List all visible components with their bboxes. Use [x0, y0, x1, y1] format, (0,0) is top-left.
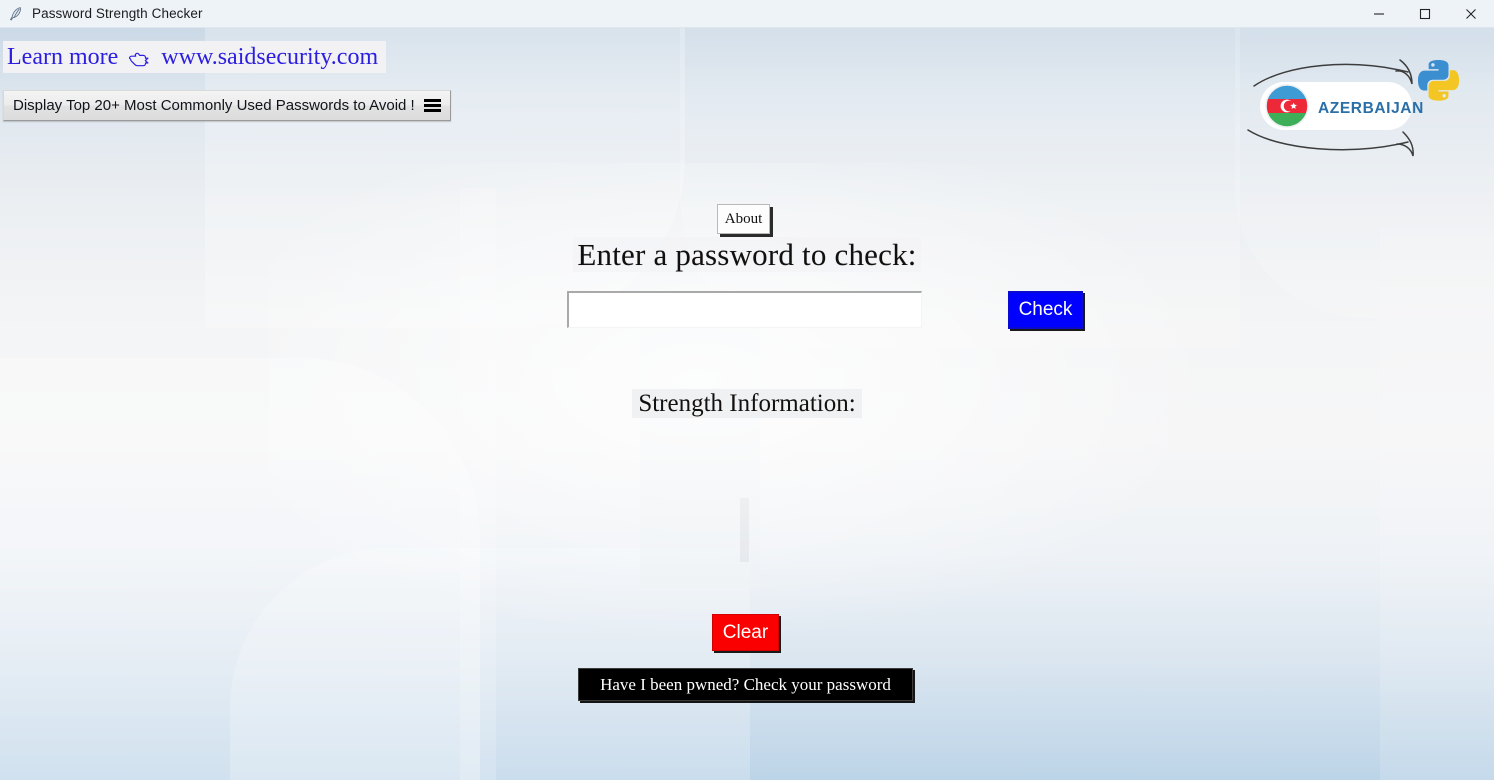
strength-information-text: Strength Information:: [632, 389, 862, 418]
learn-more-label: Learn more: [7, 44, 119, 70]
password-input[interactable]: [567, 291, 922, 328]
bg-shape: [205, 28, 685, 328]
python-logo-icon: [1418, 60, 1460, 101]
minimize-button[interactable]: [1356, 0, 1402, 28]
branding-graphic: AZERBAIJAN: [1247, 59, 1460, 157]
strength-information-output: [400, 432, 1094, 592]
azerbaijan-badge: AZERBAIJAN: [1260, 82, 1424, 130]
close-button[interactable]: [1448, 0, 1494, 28]
country-label: AZERBAIJAN: [1318, 100, 1424, 117]
maximize-button[interactable]: [1402, 0, 1448, 28]
page-title: Enter a password to check:: [0, 237, 1494, 273]
learn-more-link[interactable]: Learn more www.saidsecurity.com: [3, 41, 387, 73]
app-window: Password Strength Checker Learn more www…: [0, 0, 1494, 780]
maximize-icon: [1419, 8, 1431, 19]
close-icon: [1466, 8, 1476, 19]
prompt-text: Enter a password to check:: [573, 237, 921, 272]
have-i-been-pwned-button[interactable]: Have I been pwned? Check your password: [578, 668, 913, 701]
window-titlebar: Password Strength Checker: [0, 0, 1494, 28]
about-button[interactable]: About: [717, 204, 770, 234]
bg-shape: [1380, 228, 1494, 780]
feather-icon: [10, 6, 21, 20]
hamburger-menu-icon: [423, 99, 441, 112]
strength-information-label: Strength Information:: [0, 389, 1494, 418]
branding-group: AZERBAIJAN: [1240, 38, 1480, 170]
clear-button[interactable]: Clear: [712, 614, 779, 651]
window-title: Password Strength Checker: [32, 6, 203, 21]
learn-more-url: www.saidsecurity.com: [161, 44, 379, 70]
pointing-hand-icon: [127, 47, 151, 72]
minimize-icon: [1374, 12, 1384, 15]
display-common-passwords-label: Display Top 20+ Most Commonly Used Passw…: [13, 97, 415, 114]
display-common-passwords-button[interactable]: Display Top 20+ Most Commonly Used Passw…: [3, 90, 451, 121]
check-button[interactable]: Check: [1008, 291, 1083, 329]
